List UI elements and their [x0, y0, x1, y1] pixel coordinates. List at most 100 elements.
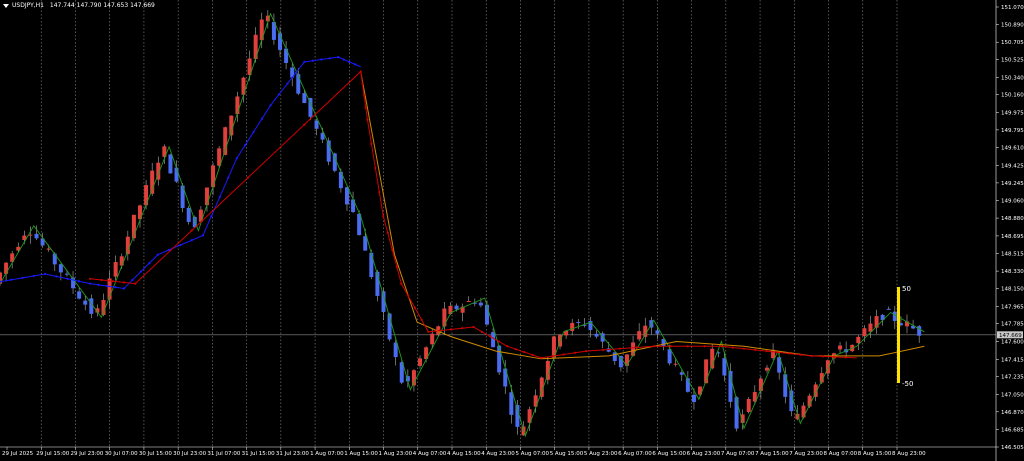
- ma-blue-line-marker: [190, 239, 193, 242]
- ma-red-line-marker: [303, 123, 306, 126]
- ma-blue-line-marker: [353, 63, 357, 66]
- ma-red-line-marker: [601, 348, 605, 351]
- chart-plot[interactable]: 50 -50 151.070 150.890 150.705 150.525 150.34…: [0, 0, 1024, 461]
- price-tick-label: 148.515: [1001, 251, 1024, 257]
- candle-bear: [174, 167, 179, 182]
- candle-bear: [491, 332, 496, 348]
- ma-blue-line-marker: [227, 176, 230, 179]
- ma-blue-line-marker: [337, 56, 340, 59]
- ma-red-line-marker: [461, 327, 464, 330]
- ma-blue-line-marker: [122, 287, 126, 290]
- ma-red-line-marker: [652, 345, 655, 348]
- price-tick-label: 149.245: [1001, 181, 1024, 187]
- candle-bull: [204, 187, 209, 206]
- ma-blue-line-marker: [201, 234, 205, 237]
- candle-bull: [637, 331, 642, 340]
- candle-bear: [344, 187, 349, 205]
- price-tick-label: 149.425: [1001, 164, 1024, 170]
- time-tick-label: 6 Aug 23:00: [687, 451, 721, 457]
- ma-blue-line-marker: [114, 286, 117, 289]
- ma-blue-line-marker: [21, 276, 24, 279]
- chart-window[interactable]: 50 -50 151.070 150.890 150.705 150.525 150.34…: [0, 0, 1024, 461]
- candle-bear: [186, 207, 191, 222]
- time-tick-label: 29 Jul 2025: [2, 451, 34, 457]
- candle-bear: [77, 291, 82, 299]
- time-tick-label: 7 Aug 15:00: [755, 451, 789, 457]
- time-tick-label: 1 Aug 23:00: [379, 451, 413, 457]
- candle-bear: [612, 352, 617, 362]
- ma-red-line-marker: [833, 355, 836, 358]
- price-tick-label: 148.695: [1001, 234, 1024, 240]
- ma-red-line-marker: [776, 351, 779, 354]
- ma-blue-line-marker: [66, 277, 69, 280]
- ma-red-line-marker: [386, 231, 389, 235]
- ma-red-line-marker: [400, 282, 403, 285]
- candle-bear: [679, 372, 684, 375]
- candle-bull: [801, 405, 806, 418]
- price-tick-label: 149.975: [1001, 111, 1024, 117]
- ma-red-line-marker: [514, 348, 517, 351]
- candle-bear: [58, 264, 63, 273]
- candle-bear: [497, 345, 502, 373]
- ma-blue-line-marker: [244, 143, 247, 147]
- candle-bear: [478, 302, 483, 306]
- oscillator-lower-label: -50: [902, 380, 913, 388]
- ma-red-line-marker: [489, 335, 492, 338]
- ma-red-line-marker: [395, 265, 398, 268]
- ma-blue-line-marker: [156, 253, 159, 256]
- ma-red-line-marker: [134, 282, 137, 285]
- price-tick-label: 150.160: [1001, 93, 1024, 99]
- ma-red-line-marker: [111, 280, 114, 283]
- time-tick-label: 4 Aug 07:00: [413, 451, 447, 457]
- ma-blue-line-marker: [348, 60, 351, 64]
- time-tick-label: 8 Aug 15:00: [858, 451, 892, 457]
- ma-blue-line-marker: [260, 117, 264, 120]
- ma-red-line-marker: [618, 347, 622, 350]
- ma-blue-line-marker: [269, 104, 272, 107]
- price-tick-label: 147.785: [1001, 322, 1024, 328]
- ma-blue-line-marker: [294, 71, 298, 74]
- time-tick-label: 8 Aug 07:00: [824, 451, 858, 457]
- ma-red-line-marker: [246, 176, 250, 179]
- candle-bear: [576, 322, 581, 324]
- price-tick-label: 150.890: [1001, 22, 1024, 28]
- candle-bull: [46, 248, 51, 250]
- ma-red-line-marker: [551, 355, 554, 358]
- ma-red-line-marker: [370, 142, 373, 145]
- ma-blue-line-marker: [179, 243, 182, 247]
- ma-red-line-marker: [359, 70, 362, 73]
- ma-red-line-marker: [366, 118, 369, 121]
- time-tick-label: 6 Aug 15:00: [652, 451, 686, 457]
- current-price-tag: 147.669: [999, 333, 1022, 339]
- ma-red-line-marker: [361, 82, 364, 85]
- zigzag-layer: [0, 12, 925, 438]
- price-tick-label: 146.505: [1001, 445, 1024, 451]
- symbol-header: USDJPY,H1 147.744 147.790 147.653 147.66…: [12, 2, 155, 9]
- price-tick-label: 150.705: [1001, 40, 1024, 46]
- symbol-menu-icon[interactable]: [3, 4, 9, 8]
- ma-red-line-marker: [531, 353, 534, 357]
- ma-blue-line-marker: [131, 278, 134, 282]
- ma-red-line-marker: [449, 328, 453, 331]
- ma-red-line-marker: [562, 353, 565, 356]
- time-tick-label: 1 Aug 15:00: [344, 451, 378, 457]
- price-tick-label: 147.235: [1001, 375, 1024, 381]
- price-tick-label: 147.965: [1001, 304, 1024, 310]
- ma-blue-line-marker: [139, 270, 143, 273]
- ma-red-line-marker: [686, 345, 689, 348]
- ma-red-line-marker: [190, 229, 193, 232]
- ma-blue-line-marker: [77, 280, 81, 283]
- ma-red-line-marker: [497, 340, 500, 343]
- ma-red-line-marker: [420, 318, 423, 321]
- ma-blue-line-marker: [311, 59, 314, 62]
- ma-red-line-marker: [765, 349, 768, 353]
- candle-bull: [113, 262, 118, 277]
- time-tick-label: 7 Aug 23:00: [789, 451, 823, 457]
- candle-bear: [509, 392, 514, 415]
- candle-bull: [235, 96, 240, 115]
- candle-bull: [838, 345, 843, 350]
- candle-bear: [64, 273, 69, 275]
- candle-bear: [369, 252, 374, 278]
- candle-bear: [734, 397, 739, 429]
- candle-bear: [594, 333, 599, 337]
